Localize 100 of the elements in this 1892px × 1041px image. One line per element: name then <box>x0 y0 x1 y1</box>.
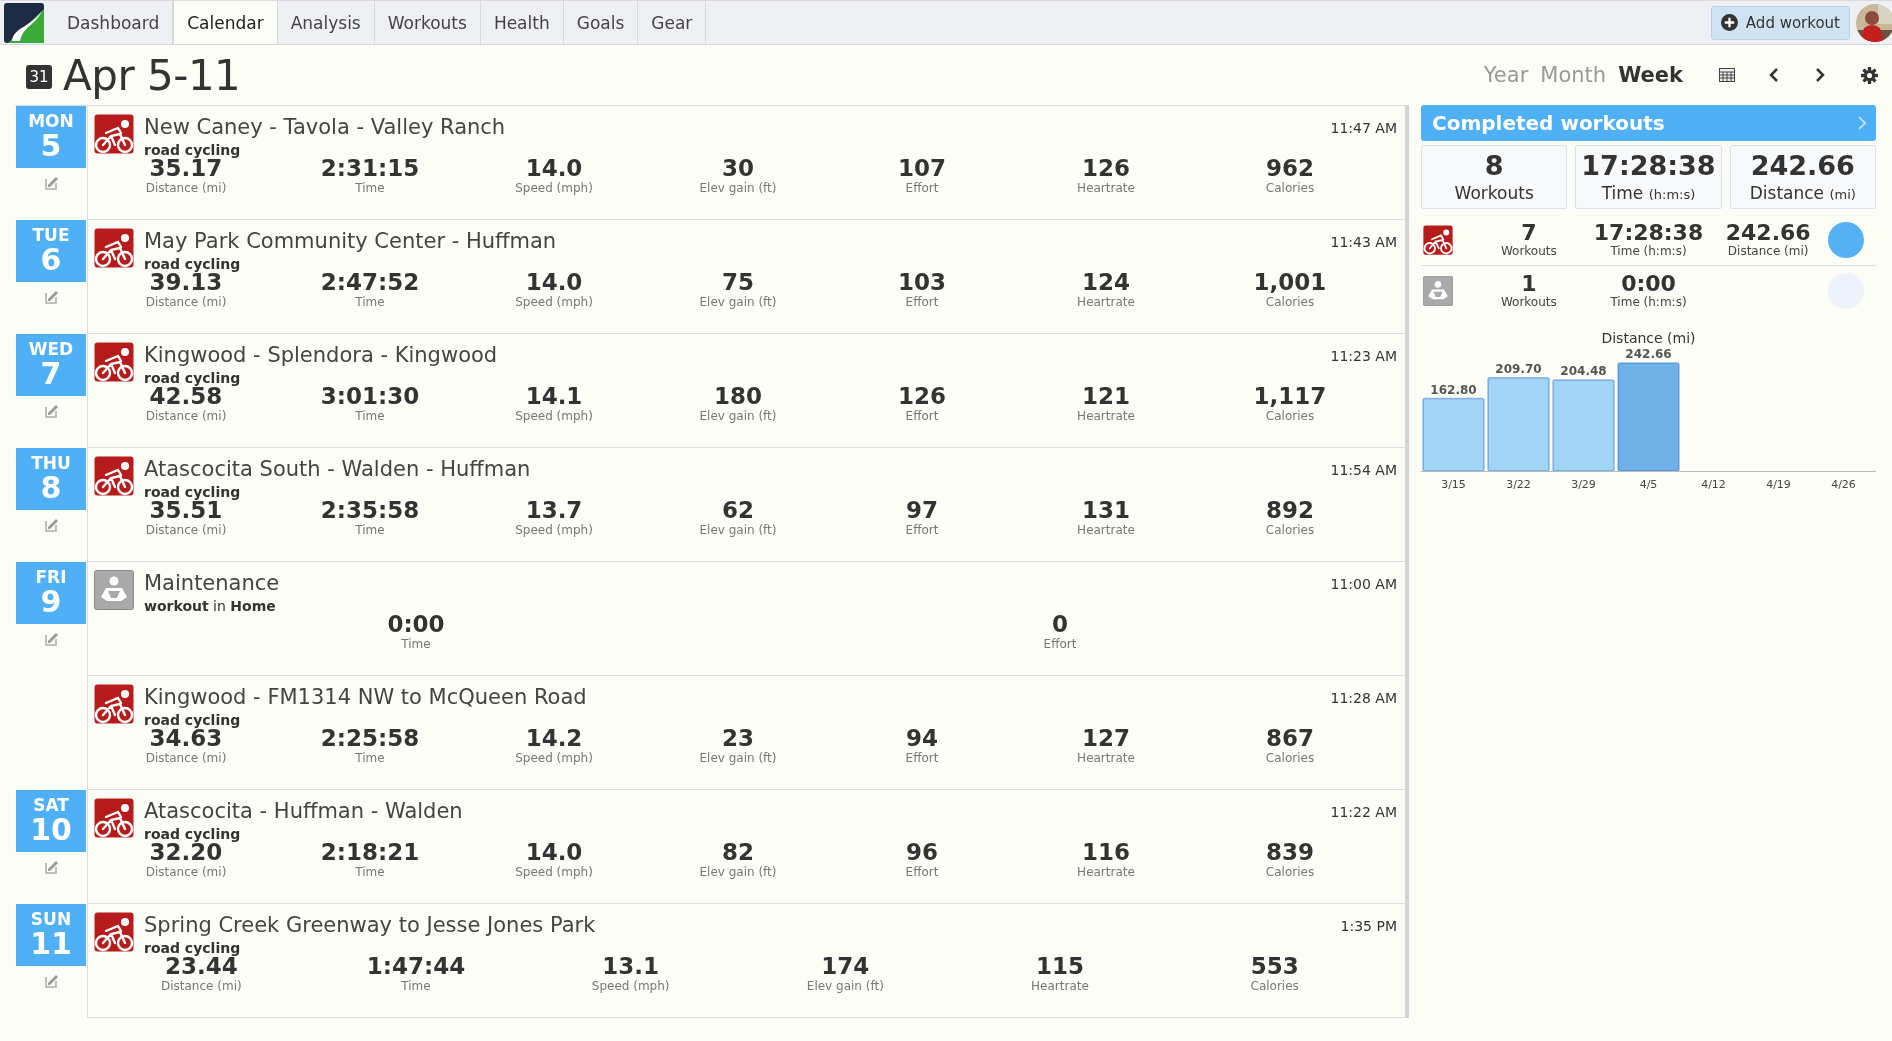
stat-label: Distance (mi) <box>145 409 227 423</box>
workout-title[interactable]: New Caney - Tavola - Valley Ranch <box>144 114 1321 140</box>
stat-label: Time (h:m:s) <box>1610 244 1687 258</box>
stat-label: Calories <box>1265 181 1315 195</box>
chart-bar[interactable] <box>1552 379 1615 472</box>
workout-time: 11:22 AM <box>1330 804 1397 820</box>
stat-value: 23.44 <box>164 954 238 979</box>
cyclist-icon <box>94 228 134 268</box>
stat-label: Elev gain (ft) <box>699 751 777 765</box>
week-title: Apr 5-11 <box>63 50 241 100</box>
nav-tab[interactable]: Analysis <box>277 1 375 44</box>
workout-title[interactable]: Atascocita South - Walden - Huffman <box>144 456 1321 482</box>
stat-label: Distance (mi) <box>145 751 227 765</box>
workout-type: road cycling <box>144 255 241 272</box>
view-tab[interactable]: Week <box>1612 63 1689 87</box>
edit-note-icon[interactable] <box>43 858 59 874</box>
stat-label: Elev gain (ft) <box>699 295 777 309</box>
workout-type: road cycling <box>144 825 241 842</box>
logo-icon[interactable] <box>4 3 44 43</box>
stat-value: 13.7 <box>525 498 583 523</box>
stat-label: Effort <box>905 751 939 765</box>
stat-value: 13.1 <box>602 954 660 979</box>
stat-value: 892 <box>1266 498 1314 523</box>
workout-title[interactable]: May Park Community Center - Huffman <box>144 228 1321 254</box>
stat-label: Heartrate <box>1077 295 1135 309</box>
stat-value: 94 <box>906 726 938 751</box>
stat-label: Calories <box>1265 295 1315 309</box>
stat-label: Effort <box>905 295 939 309</box>
workout-type: road cycling <box>144 939 241 956</box>
workout-title[interactable]: Kingwood - Splendora - Kingwood <box>144 342 1321 368</box>
edit-note-icon[interactable] <box>43 630 59 646</box>
workout-time: 11:23 AM <box>1330 348 1397 364</box>
stat-label: Heartrate <box>1031 979 1089 993</box>
stat-value: 1:47:44 <box>366 954 466 979</box>
stat-label: Speed (mph) <box>591 979 670 993</box>
stat-value: 23 <box>722 726 754 751</box>
stat-label: Time <box>355 409 385 423</box>
stat-value: 121 <box>1082 384 1130 409</box>
stat-label: Speed (mph) <box>515 181 593 195</box>
workout-type: workout in Home <box>144 597 276 616</box>
stat-label: Elev gain (ft) <box>699 865 777 879</box>
stat-label: Calories <box>1250 979 1299 993</box>
stat-value: 553 <box>1250 954 1299 979</box>
total-label: Time (h:m:s) <box>1601 182 1696 205</box>
stat-label: Calories <box>1265 409 1315 423</box>
edit-note-icon[interactable] <box>43 516 59 532</box>
workout-time: 11:28 AM <box>1330 690 1397 706</box>
nav-tab[interactable]: Calendar <box>173 1 278 44</box>
edit-note-icon[interactable] <box>43 288 59 304</box>
previous-icon[interactable] <box>1769 67 1779 83</box>
nav-tab[interactable]: Health <box>480 1 564 44</box>
stat-value: 116 <box>1082 840 1130 865</box>
nav-tab[interactable]: Workouts <box>374 1 481 44</box>
calendar-grid-icon[interactable] <box>1719 68 1735 82</box>
stat-label: Heartrate <box>1077 523 1135 537</box>
chevron-right-icon <box>1858 116 1866 130</box>
stat-label: Time <box>355 295 385 309</box>
edit-note-icon[interactable] <box>43 402 59 418</box>
stat-label: Effort <box>905 181 939 195</box>
workout-time: 11:54 AM <box>1330 462 1397 478</box>
stat-value: 35.51 <box>149 498 223 523</box>
next-icon[interactable] <box>1815 67 1825 83</box>
stat-label: Elev gain (ft) <box>699 523 777 537</box>
workout-title[interactable]: Kingwood - FM1314 NW to McQueen Road <box>144 684 1321 710</box>
stat-value: 42.58 <box>149 384 223 409</box>
chart-bar[interactable] <box>1617 362 1680 472</box>
stat-label: Heartrate <box>1077 865 1135 879</box>
stat-label: Speed (mph) <box>515 751 593 765</box>
stat-value: 1,117 <box>1253 384 1327 409</box>
workout-title[interactable]: Spring Creek Greenway to Jesse Jones Park <box>144 912 1331 938</box>
stat-label: Effort <box>905 409 939 423</box>
stat-value: 17:28:38 <box>1593 222 1704 244</box>
stat-value: 131 <box>1082 498 1130 523</box>
stat-label: Time <box>401 979 431 993</box>
stat-label: Speed (mph) <box>515 523 593 537</box>
add-workout-button[interactable]: Add workout <box>1710 5 1850 40</box>
stat-value: 0:00 <box>387 612 445 637</box>
stat-label: Time (h:m:s) <box>1610 295 1687 309</box>
nav-tab[interactable]: Goals <box>563 1 639 44</box>
chart-bar[interactable] <box>1487 376 1550 472</box>
edit-note-icon[interactable] <box>43 972 59 988</box>
chart-bar[interactable] <box>1422 397 1485 472</box>
stat-value: 1 <box>1521 273 1537 295</box>
stat-label: Time <box>355 523 385 537</box>
edit-note-icon[interactable] <box>43 174 59 190</box>
stat-label: Speed (mph) <box>515 865 593 879</box>
plus-icon <box>1720 14 1738 31</box>
stat-value: 2:18:21 <box>320 840 420 865</box>
workout-title[interactable]: Atascocita - Huffman - Walden <box>144 798 1321 824</box>
nav-tab[interactable]: Gear <box>638 1 707 44</box>
axis-label: 4/12 <box>1701 478 1726 491</box>
workout-type: road cycling <box>144 711 241 728</box>
settings-icon[interactable] <box>1861 66 1878 84</box>
stat-label: Calories <box>1265 523 1315 537</box>
workout-title[interactable]: Maintenance <box>144 570 1321 596</box>
cyclist-icon <box>94 342 134 382</box>
workout-time: 11:00 AM <box>1330 576 1397 592</box>
stat-label: Heartrate <box>1077 181 1135 195</box>
stat-value: 107 <box>898 156 946 181</box>
stat-value: 39.13 <box>149 270 223 295</box>
